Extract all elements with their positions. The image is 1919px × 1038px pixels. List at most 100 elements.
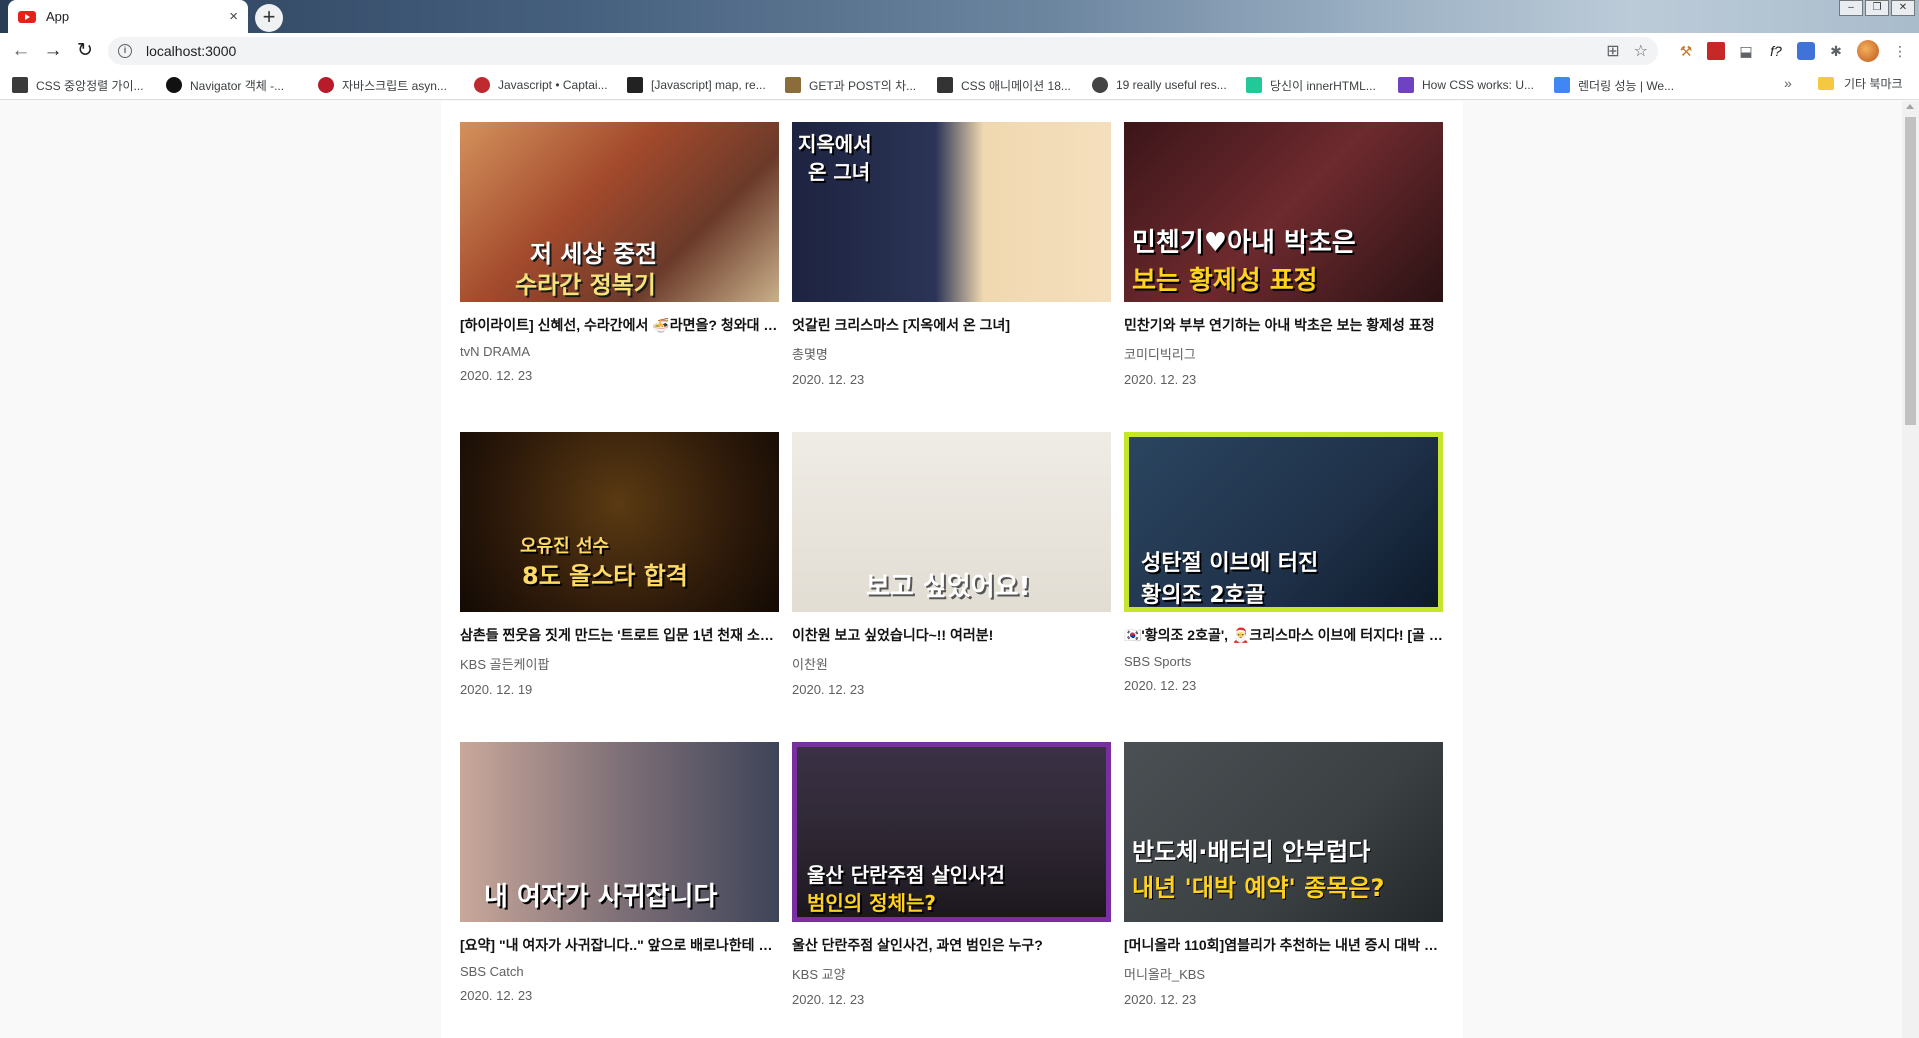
bookmark-item[interactable]: 19 really useful res... <box>1092 75 1227 95</box>
scroll-up-arrow-icon[interactable] <box>1906 104 1914 109</box>
channel-name[interactable]: 머니올라_KBS <box>1124 964 1443 983</box>
video-grid: 저 세상 중전 수라간 정복기 [하이라이트] 신혜선, 수라간에서 🍜라면을? 청… <box>460 122 1445 1038</box>
video-card[interactable]: 반도체·배터리 안부럽다내년 '대박 예약' 종목은? [머니올라 110회]염블… <box>1124 742 1443 1038</box>
new-tab-button[interactable]: + <box>255 4 283 32</box>
url-text[interactable]: localhost:3000 <box>146 43 236 59</box>
bookmark-item[interactable]: 렌더링 성능 | We... <box>1554 75 1674 95</box>
minimize-icon[interactable]: – <box>1839 0 1863 16</box>
video-title[interactable]: 삼촌들 찐웃음 짓게 만드는 '트로트 입문 1년 천재 소녀' 오유진 <box>460 625 779 645</box>
tab-app[interactable]: App × <box>8 0 248 33</box>
channel-name[interactable]: tvN DRAMA <box>460 344 779 359</box>
extension-red-icon[interactable] <box>1707 42 1725 60</box>
channel-name[interactable]: SBS Sports <box>1124 654 1443 669</box>
bookmark-favicon-icon <box>937 77 953 93</box>
reload-icon[interactable]: ↻ <box>70 36 100 66</box>
video-card[interactable]: 지옥에서온 그녀엇갈린 크리스마스 [지옥에서 온 그녀] 총몇명 2020. 12… <box>792 122 1111 421</box>
bookmark-item[interactable]: GET과 POST의 차... <box>785 75 916 95</box>
tab-title: App <box>46 9 70 24</box>
video-thumbnail[interactable]: 반도체·배터리 안부럽다내년 '대박 예약' 종목은? <box>1124 742 1443 922</box>
video-thumbnail[interactable]: 성탄절 이브에 터진 황의조 2호골 <box>1124 432 1443 612</box>
thumbnail-caption: 반도체·배터리 안부럽다 <box>1132 838 1371 866</box>
close-icon[interactable]: × <box>229 8 238 25</box>
video-card[interactable]: 성탄절 이브에 터진 황의조 2호골 🇰🇷'황의조 2호골', 🎅크리스마스 이브에… <box>1124 432 1443 731</box>
thumbnail-caption: 내년 '대박 예약' 종목은? <box>1132 874 1385 902</box>
bookmark-item[interactable]: CSS 중앙정렬 가이... <box>12 75 144 95</box>
bookmark-item[interactable]: Javascript • Captai... <box>474 75 608 95</box>
scrollbar[interactable] <box>1902 101 1919 1038</box>
channel-name[interactable]: 이찬원 <box>792 654 1111 673</box>
other-bookmarks-folder[interactable]: 기타 북마크 <box>1818 75 1903 92</box>
upload-date: 2020. 12. 23 <box>1124 372 1197 387</box>
puzzle-icon[interactable]: ✱ <box>1827 42 1845 60</box>
video-title[interactable]: [요약] "내 여자가 사귀잡니다.." 앞으로 배로나한테 잘하자 <box>460 935 779 955</box>
thumbnail-caption: 수라간 정복기 <box>515 271 656 299</box>
back-arrow-icon[interactable]: ← <box>6 36 36 66</box>
other-bookmarks-label: 기타 북마크 <box>1844 77 1903 91</box>
video-thumbnail[interactable]: 보고 싶었어요! <box>792 432 1111 612</box>
video-title[interactable]: 엇갈린 크리스마스 [지옥에서 온 그녀] <box>792 315 1111 335</box>
video-thumbnail[interactable]: 저 세상 중전 수라간 정복기 <box>460 122 779 302</box>
extension-tray-icon[interactable]: ⬓ <box>1737 42 1755 60</box>
upload-date: 2020. 12. 23 <box>792 682 865 697</box>
extension-font-icon[interactable]: f? <box>1767 42 1785 60</box>
thumbnail-caption: 오유진 선수 <box>520 536 610 557</box>
close-window-icon[interactable]: ✕ <box>1891 0 1915 16</box>
video-title[interactable]: [하이라이트] 신혜선, 수라간에서 🍜라면을? 청와대 셰프도 놀랄 수라간 … <box>460 315 779 335</box>
restore-icon[interactable]: ❐ <box>1865 0 1889 16</box>
menu-dots-icon[interactable]: ⋮ <box>1891 42 1909 60</box>
bookmarks-more-chevron-icon[interactable]: » <box>1784 75 1792 91</box>
extension-blue-icon[interactable] <box>1797 42 1815 60</box>
thumbnail-caption: 온 그녀 <box>808 160 871 184</box>
thumbnail-caption: 울산 단란주점 살인사건 <box>807 863 1005 887</box>
video-thumbnail[interactable]: 내 여자가 사귀잡니다 <box>460 742 779 922</box>
video-title[interactable]: [머니올라 110회]염블리가 추천하는 내년 증시 대박 예약 종목은? <box>1124 935 1443 955</box>
bookmark-label: 19 really useful res... <box>1116 78 1227 92</box>
video-card[interactable]: 저 세상 중전 수라간 정복기 [하이라이트] 신혜선, 수라간에서 🍜라면을? 청… <box>460 122 779 421</box>
thumbnail-caption: 지옥에서 <box>798 132 872 156</box>
thumbnail-caption: 성탄절 이브에 터진 <box>1141 551 1319 576</box>
translate-icon[interactable]: ⊞ <box>1606 41 1619 61</box>
upload-date: 2020. 12. 23 <box>1124 992 1197 1007</box>
bookmark-favicon-icon <box>1092 77 1108 93</box>
bookmark-favicon-icon <box>1554 77 1570 93</box>
bookmark-item[interactable]: How CSS works: U... <box>1398 75 1534 95</box>
extension-hammer-icon[interactable]: ⚒ <box>1677 42 1695 60</box>
video-thumbnail[interactable]: 민첸기♥아내 박초은 보는 황제성 표정 <box>1124 122 1443 302</box>
video-title[interactable]: 이찬원 보고 싶었습니다~!! 여러분! <box>792 625 1111 645</box>
channel-name[interactable]: 총몇명 <box>792 344 1111 363</box>
avatar[interactable] <box>1857 40 1879 62</box>
star-icon[interactable]: ☆ <box>1634 41 1648 61</box>
channel-name[interactable]: SBS Catch <box>460 964 779 979</box>
channel-name[interactable]: KBS 교양 <box>792 964 1111 983</box>
video-title[interactable]: 울산 단란주점 살인사건, 과연 범인은 누구? <box>792 935 1111 955</box>
thumbnail-caption: 범인의 정체는? <box>807 891 936 915</box>
bookmark-item[interactable]: CSS 애니메이션 18... <box>937 75 1071 95</box>
bookmark-favicon-icon <box>166 77 182 93</box>
video-thumbnail[interactable]: 지옥에서온 그녀 <box>792 122 1111 302</box>
bookmark-label: CSS 애니메이션 18... <box>961 78 1071 93</box>
channel-name[interactable]: KBS 골든케이팝 <box>460 654 779 673</box>
bookmark-favicon-icon <box>785 77 801 93</box>
bookmark-item[interactable]: 당신이 innerHTML... <box>1246 75 1376 95</box>
video-title[interactable]: 🇰🇷'황의조 2호골', 🎅크리스마스 이브에 터지다! [골 하이라이트] <box>1124 625 1443 645</box>
address-bar[interactable]: i localhost:3000 ⊞ ☆ <box>108 37 1658 65</box>
video-card[interactable]: 민첸기♥아내 박초은 보는 황제성 표정민찬기와 부부 연기하는 아내 박초은 보… <box>1124 122 1443 421</box>
video-thumbnail[interactable]: 오유진 선수 8도 올스타 합격 <box>460 432 779 612</box>
scrollbar-thumb[interactable] <box>1905 117 1916 425</box>
window-controls: – ❐ ✕ <box>1839 0 1915 16</box>
info-icon[interactable]: i <box>118 44 132 58</box>
video-card[interactable]: 울산 단란주점 살인사건범인의 정체는? 울산 단란주점 살인사건, 과연 범인은… <box>792 742 1111 1038</box>
channel-name[interactable]: 코미디빅리그 <box>1124 344 1443 363</box>
bookmark-item[interactable]: 자바스크립트 asyn... <box>318 75 447 95</box>
bookmarks-bar: CSS 중앙정렬 가이... Navigator 객체 -... 자바스크립트 as… <box>0 69 1919 100</box>
bookmark-item[interactable]: Navigator 객체 -... <box>166 75 284 95</box>
bookmark-item[interactable]: [Javascript] map, re... <box>627 75 766 95</box>
video-thumbnail[interactable]: 울산 단란주점 살인사건범인의 정체는? <box>792 742 1111 922</box>
video-title[interactable]: 민찬기와 부부 연기하는 아내 박초은 보는 황제성 표정 <box>1124 315 1443 335</box>
upload-date: 2020. 12. 23 <box>792 372 865 387</box>
bookmark-favicon-icon <box>1398 77 1414 93</box>
video-card[interactable]: 내 여자가 사귀잡니다 [요약] "내 여자가 사귀잡니다.." 앞으로 배로나한… <box>460 742 779 1038</box>
video-card[interactable]: 보고 싶었어요! 이찬원 보고 싶었습니다~!! 여러분! 이찬원 2020. 12.… <box>792 432 1111 731</box>
forward-arrow-icon[interactable]: → <box>38 36 68 66</box>
video-card[interactable]: 오유진 선수 8도 올스타 합격삼촌들 찐웃음 짓게 만드는 '트로트 입문 1년… <box>460 432 779 731</box>
